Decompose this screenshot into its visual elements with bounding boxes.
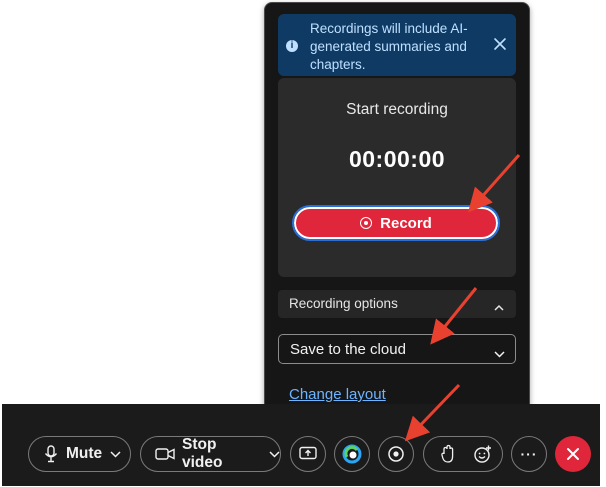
microphone-icon	[44, 445, 58, 463]
raise-hand-icon[interactable]	[441, 444, 455, 464]
leave-meeting-button[interactable]	[555, 436, 591, 472]
close-icon	[565, 446, 581, 462]
record-button-label: Record	[380, 214, 432, 232]
record-button[interactable]: Record	[292, 205, 500, 241]
reactions-icon[interactable]	[473, 444, 493, 464]
stop-video-button[interactable]: Stop video	[140, 436, 281, 472]
chevron-down-icon	[494, 345, 505, 362]
ai-assistant-icon	[342, 444, 362, 464]
change-layout-link[interactable]: Change layout	[289, 386, 386, 403]
chevron-down-icon[interactable]	[110, 450, 121, 458]
recording-timer: 00:00:00	[348, 146, 446, 172]
save-location-value: Save to the cloud	[290, 341, 406, 358]
start-recording-title: Start recording	[346, 101, 448, 118]
stop-video-label: Stop video	[182, 436, 223, 471]
share-screen-icon	[299, 446, 317, 462]
ai-summary-banner: i Recordings will include AI-generated s…	[278, 14, 516, 76]
banner-message: Recordings will include AI-generated sum…	[310, 21, 468, 72]
info-icon: i	[286, 40, 298, 52]
record-toolbar-button[interactable]	[378, 436, 414, 472]
more-icon: ···	[520, 446, 538, 462]
more-options-button[interactable]: ···	[511, 436, 547, 472]
chevron-down-icon[interactable]	[269, 450, 280, 458]
video-camera-icon	[155, 447, 175, 461]
close-icon[interactable]	[492, 36, 508, 52]
chevron-up-icon	[494, 299, 504, 314]
record-icon	[360, 217, 373, 229]
share-screen-button[interactable]	[290, 436, 326, 472]
reactions-group	[423, 436, 503, 472]
recording-options-label: Recording options	[289, 296, 398, 311]
record-icon	[387, 445, 405, 463]
recording-options-toggle[interactable]: Recording options	[278, 290, 516, 318]
save-location-select[interactable]: Save to the cloud	[278, 334, 516, 364]
mute-label: Mute	[66, 445, 103, 462]
mute-button[interactable]: Mute	[28, 436, 131, 472]
ai-assistant-button[interactable]	[334, 436, 370, 472]
recording-card: Start recording 00:00:00	[278, 78, 516, 277]
